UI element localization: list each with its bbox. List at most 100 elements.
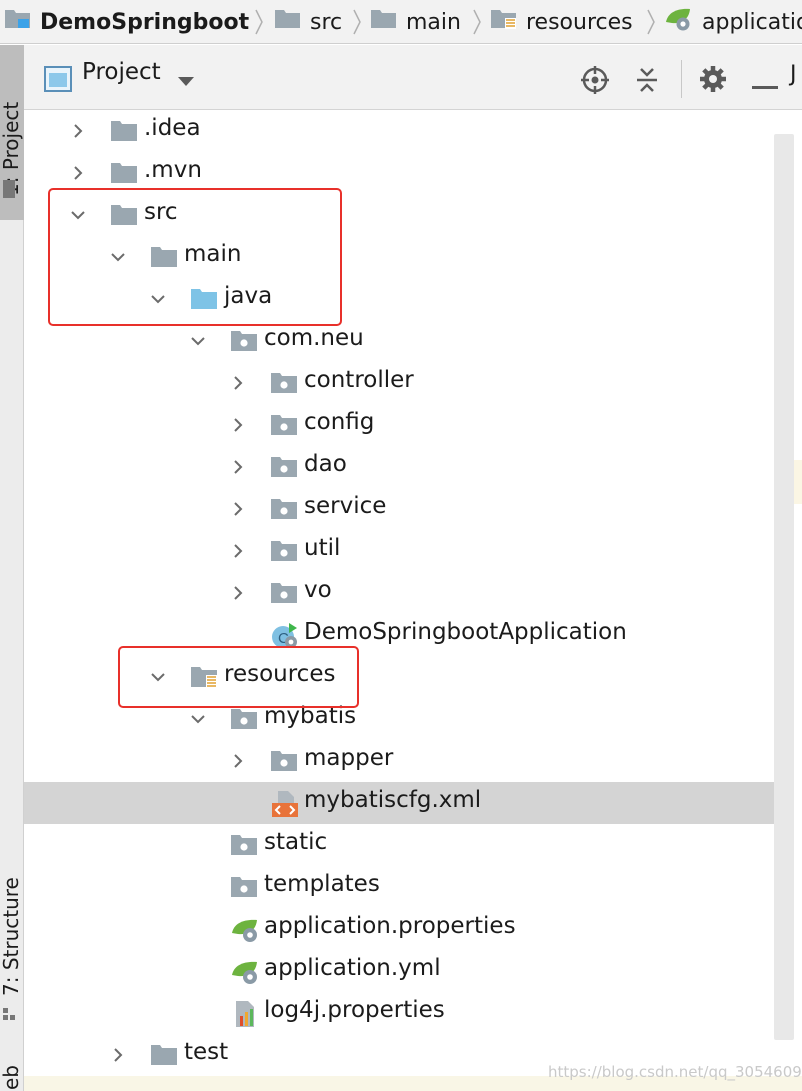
package-icon <box>230 328 258 354</box>
breadcrumb-item-src[interactable]: src <box>274 0 343 43</box>
xml-file-icon <box>270 790 298 817</box>
tree-node-label: static <box>264 829 328 855</box>
breadcrumb-item-application[interactable]: applicatio <box>664 0 802 43</box>
tree-node-dao[interactable]: dao <box>24 446 774 488</box>
tree-node-label: service <box>304 493 387 519</box>
package-icon <box>270 412 298 438</box>
breadcrumb-separator-icon <box>647 9 655 35</box>
chevron-down-icon[interactable] <box>190 333 206 349</box>
breadcrumb-separator-icon <box>353 9 361 35</box>
package-icon <box>270 370 298 396</box>
structure-tab-label[interactable]: 7: Structure <box>0 877 23 996</box>
folder-icon <box>110 118 138 144</box>
package-icon <box>270 454 298 480</box>
package-icon <box>270 538 298 564</box>
tree-node-controller[interactable]: controller <box>24 362 774 404</box>
spring-config-icon <box>664 6 694 38</box>
breadcrumb-item-resources[interactable]: resources <box>490 0 633 43</box>
tree-node-label: vo <box>304 577 332 603</box>
project-panel-title[interactable]: Project <box>82 59 161 85</box>
collapse-all-icon[interactable] <box>632 65 662 99</box>
tree-node-label: templates <box>264 871 380 897</box>
tree-node-label: DemoSpringbootApplication <box>304 619 627 645</box>
tree-node-log4j-properties[interactable]: log4j.properties <box>24 992 774 1034</box>
spring-boot-class-icon: C <box>270 622 298 648</box>
partial-panel-label: J <box>790 62 797 87</box>
tree-node-label: config <box>304 409 375 435</box>
chevron-right-icon[interactable] <box>230 543 246 559</box>
tree-node-label: mapper <box>304 745 394 771</box>
project-view-icon <box>44 66 72 96</box>
tree-node-label: test <box>184 1039 229 1065</box>
editor-edge <box>794 460 802 504</box>
tree-node-application-properties[interactable]: application.properties <box>24 908 774 950</box>
tree-node-label: .mvn <box>144 157 202 183</box>
tree-node-config[interactable]: config <box>24 404 774 446</box>
tree-node-label: log4j.properties <box>264 997 445 1023</box>
tree-node-label: controller <box>304 367 414 393</box>
highlight-box-resources <box>118 646 359 708</box>
chevron-right-icon[interactable] <box>230 501 246 517</box>
tree-node-label: application.properties <box>264 913 516 939</box>
tree-node-util[interactable]: util <box>24 530 774 572</box>
tree-node-label: .idea <box>144 115 201 141</box>
tree-node-mapper[interactable]: mapper <box>24 740 774 782</box>
breadcrumb-item-project[interactable]: DemoSpringboot <box>4 0 250 43</box>
spring-config-icon <box>230 958 258 984</box>
tree-node-service[interactable]: service <box>24 488 774 530</box>
chevron-right-icon[interactable] <box>230 417 246 433</box>
web-tab-label[interactable]: eb <box>0 1065 23 1090</box>
chevron-right-icon[interactable] <box>230 753 246 769</box>
package-icon <box>230 874 258 900</box>
tree-node-label: mybatiscfg.xml <box>304 787 482 813</box>
minimize-icon[interactable] <box>752 76 778 95</box>
breadcrumb-label: DemoSpringboot <box>40 9 250 35</box>
locate-icon[interactable] <box>580 65 610 99</box>
breadcrumb-label: resources <box>526 9 633 35</box>
breadcrumb-label: applicatio <box>702 9 802 35</box>
breadcrumb-label: main <box>406 9 461 35</box>
watermark-text: https://blog.csdn.net/qq_30546099 <box>548 1063 802 1081</box>
chevron-right-icon[interactable] <box>230 459 246 475</box>
module-folder-icon <box>4 7 32 37</box>
chevron-down-icon[interactable] <box>190 711 206 727</box>
gear-icon[interactable] <box>698 64 728 98</box>
chevron-right-icon[interactable] <box>230 585 246 601</box>
tree-node-label: dao <box>304 451 347 477</box>
caret-down-icon[interactable] <box>176 73 196 92</box>
chevron-right-icon[interactable] <box>110 1047 126 1063</box>
package-icon <box>270 748 298 774</box>
tree-node-com-neu[interactable]: com.neu <box>24 320 774 362</box>
package-icon <box>230 832 258 858</box>
tree-node-mybatiscfg-xml[interactable]: mybatiscfg.xml <box>24 782 774 824</box>
breadcrumb-separator-icon <box>473 9 481 35</box>
navigation-bar: DemoSpringboot src main resources applic… <box>0 0 802 44</box>
folder-icon <box>370 7 398 37</box>
spring-config-icon <box>230 916 258 942</box>
tree-node-vo[interactable]: vo <box>24 572 774 614</box>
breadcrumb-label: src <box>310 9 343 35</box>
header-divider <box>681 60 682 98</box>
breadcrumb-item-main[interactable]: main <box>370 0 461 43</box>
structure-tab-icon <box>2 1006 16 1022</box>
folder-icon <box>274 7 302 37</box>
tree-node-templates[interactable]: templates <box>24 866 774 908</box>
chevron-right-icon[interactable] <box>70 165 86 181</box>
tree-node-label: util <box>304 535 341 561</box>
scrollbar[interactable] <box>774 134 794 1040</box>
package-icon <box>270 496 298 522</box>
folder-icon <box>150 1042 178 1068</box>
tree-node-application-yml[interactable]: application.yml <box>24 950 774 992</box>
tree-node-idea[interactable]: .idea <box>24 110 774 152</box>
tree-node-label: com.neu <box>264 325 364 351</box>
tree-node-label: application.yml <box>264 955 441 981</box>
package-icon <box>230 706 258 732</box>
project-tab-icon <box>3 180 15 198</box>
package-icon <box>270 580 298 606</box>
chevron-right-icon[interactable] <box>70 123 86 139</box>
chevron-right-icon[interactable] <box>230 375 246 391</box>
tree-node-static[interactable]: static <box>24 824 774 866</box>
folder-icon <box>110 160 138 186</box>
properties-file-icon <box>230 1000 258 1027</box>
highlight-box-src-java <box>48 188 342 326</box>
